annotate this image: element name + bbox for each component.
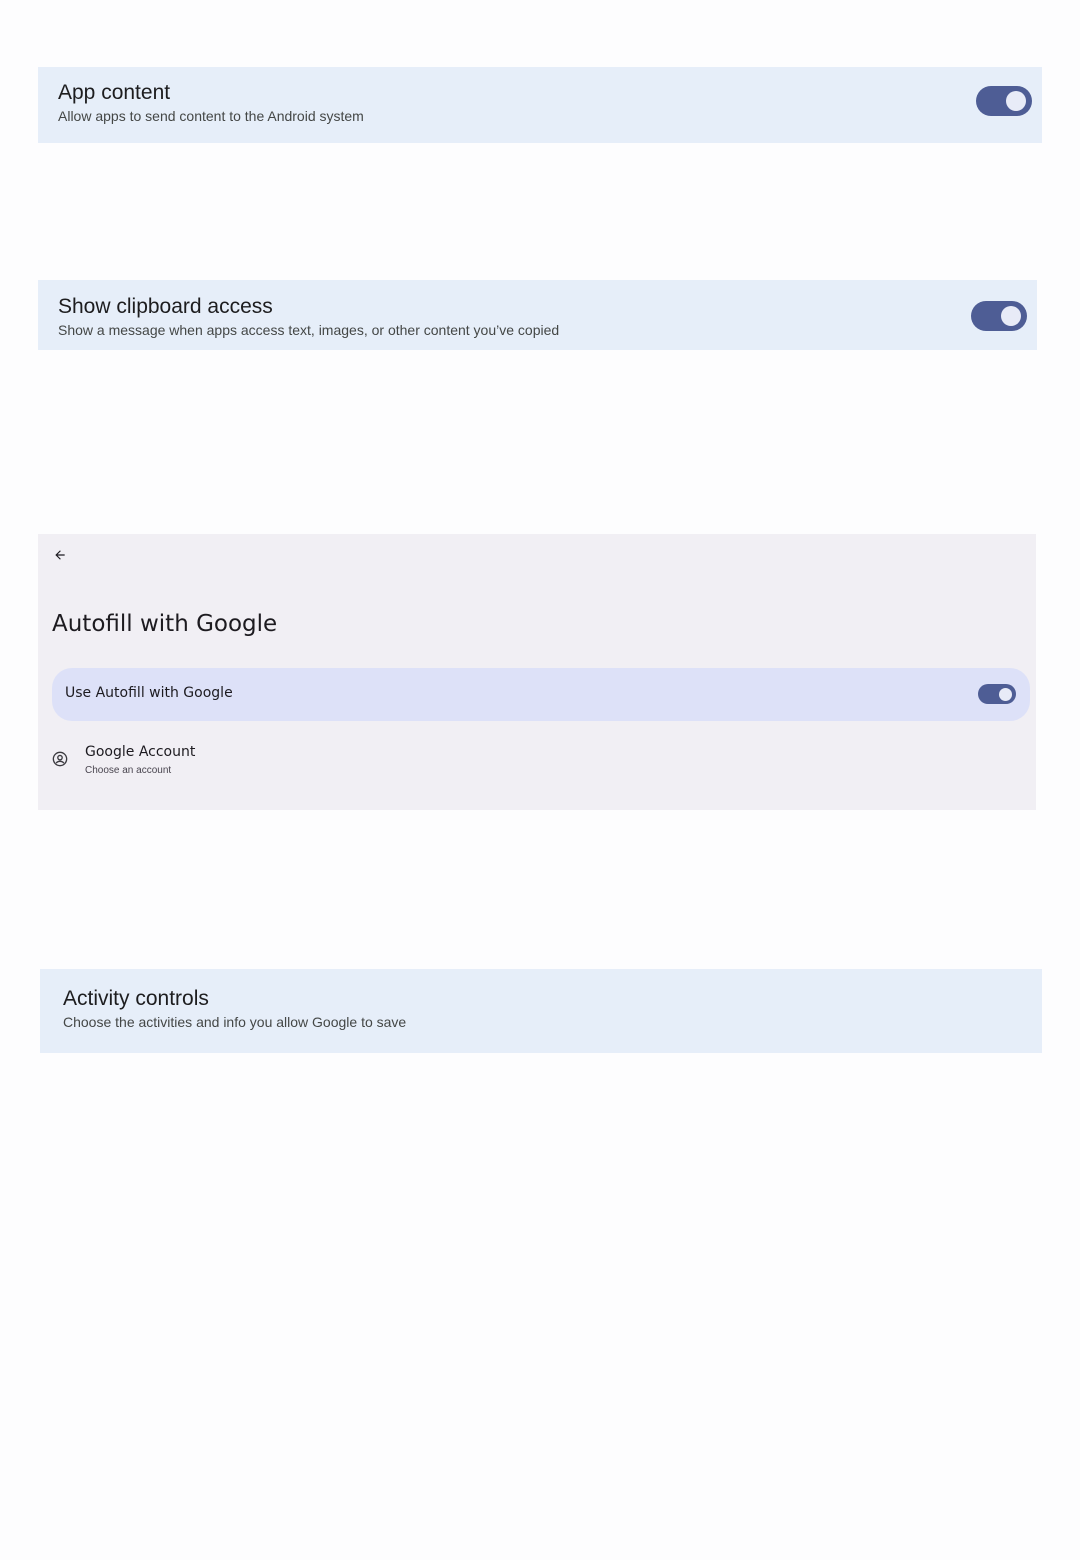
arrow-back-icon — [55, 550, 65, 560]
app-content-subtitle: Allow apps to send content to the Androi… — [58, 108, 364, 124]
page-title: Autofill with Google — [52, 611, 278, 637]
clipboard-access-title: Show clipboard access — [58, 295, 273, 318]
activity-controls-subtitle: Choose the activities and info you allow… — [63, 1014, 407, 1030]
toggle-knob — [1001, 306, 1021, 326]
activity-controls-title: Activity controls — [63, 987, 209, 1010]
toggle-knob — [1006, 91, 1026, 111]
app-content-toggle[interactable] — [976, 86, 1032, 116]
account-circle-icon — [52, 751, 68, 767]
activity-controls-setting[interactable]: Activity controls Choose the activities … — [40, 969, 1042, 1053]
app-content-setting[interactable]: App content Allow apps to send content t… — [38, 67, 1042, 143]
back-button[interactable] — [50, 544, 70, 566]
use-autofill-label: Use Autofill with Google — [65, 685, 233, 701]
google-account-title: Google Account — [85, 744, 196, 760]
clipboard-access-setting[interactable]: Show clipboard access Show a message whe… — [38, 280, 1037, 350]
toggle-knob — [999, 687, 1012, 701]
use-autofill-row[interactable]: Use Autofill with Google — [52, 668, 1030, 721]
google-account-subtitle: Choose an account — [85, 765, 172, 776]
google-account-row[interactable]: Google Account Choose an account — [48, 739, 448, 783]
clipboard-access-toggle[interactable] — [971, 301, 1027, 331]
clipboard-access-subtitle: Show a message when apps access text, im… — [58, 322, 560, 338]
use-autofill-toggle[interactable] — [978, 684, 1016, 704]
autofill-screen: Autofill with Google Use Autofill with G… — [38, 534, 1036, 810]
app-content-title: App content — [58, 81, 171, 104]
